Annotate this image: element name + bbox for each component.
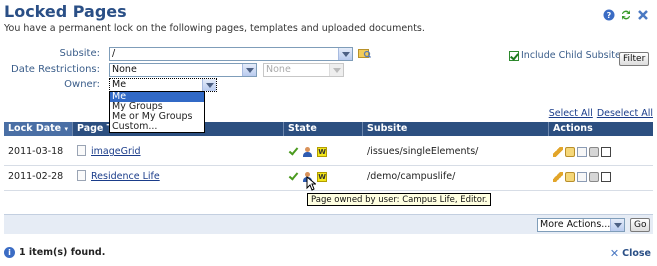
chevron-down-icon bbox=[338, 48, 352, 60]
date-restrictions-value: None bbox=[112, 64, 137, 75]
browse-folder-icon[interactable] bbox=[358, 47, 372, 62]
document-icon[interactable] bbox=[577, 146, 587, 157]
column-actions: Actions bbox=[549, 122, 653, 136]
more-actions-select[interactable]: More Actions... bbox=[537, 218, 625, 232]
checkmark-icon bbox=[288, 147, 298, 156]
status-bar: i 1 item(s) found. bbox=[4, 247, 105, 258]
owner-tooltip: Page owned by user: Campus Life, Editor. bbox=[307, 193, 492, 206]
date-restrictions-select[interactable]: None bbox=[109, 63, 257, 77]
column-actions-label: Actions bbox=[553, 123, 593, 134]
table-header: Lock Date ▾ Page Title State Subsite Act… bbox=[4, 122, 653, 136]
header-icons: ? bbox=[603, 9, 649, 21]
title-cell: Residence Life bbox=[73, 163, 284, 191]
comment-icon[interactable] bbox=[565, 146, 575, 157]
row-checkbox[interactable] bbox=[601, 171, 611, 182]
column-subsite: Subsite bbox=[363, 122, 549, 136]
mouse-pointer-icon bbox=[306, 175, 317, 194]
state-cell: W bbox=[284, 163, 363, 191]
owner-value: Me bbox=[112, 79, 127, 90]
lock-date-cell: 2011-02-28 bbox=[8, 171, 64, 182]
edit-icon[interactable] bbox=[553, 146, 563, 157]
close-label: Close bbox=[622, 248, 651, 259]
selection-links: Select All Deselect All bbox=[549, 108, 653, 119]
close-icon[interactable] bbox=[637, 9, 649, 21]
date-secondary-select: None bbox=[263, 63, 344, 77]
chevron-down-icon bbox=[202, 79, 216, 91]
workflow-badge: W bbox=[317, 171, 328, 182]
table-row: 2011-03-18 imageGrid W /issues/singleEle… bbox=[4, 138, 653, 166]
column-lock-date[interactable]: Lock Date ▾ bbox=[4, 122, 73, 136]
owner-option[interactable]: Custom... bbox=[110, 122, 204, 132]
column-state: State bbox=[284, 122, 363, 136]
more-actions-value: More Actions... bbox=[540, 219, 611, 230]
user-icon[interactable] bbox=[303, 146, 313, 157]
document-icon[interactable] bbox=[577, 171, 587, 182]
column-lock-date-label: Lock Date bbox=[8, 123, 62, 134]
comment-icon[interactable] bbox=[565, 171, 575, 182]
refresh-icon[interactable] bbox=[620, 9, 632, 21]
svg-text:?: ? bbox=[607, 11, 612, 20]
column-subsite-label: Subsite bbox=[367, 123, 408, 134]
page-subtitle: You have a permanent lock on the followi… bbox=[4, 23, 425, 34]
filter-button[interactable]: Filter bbox=[619, 52, 650, 66]
go-button[interactable]: Go bbox=[630, 218, 651, 232]
workflow-badge: W bbox=[317, 146, 328, 157]
lock-icon[interactable] bbox=[589, 171, 599, 182]
page-title: Locked Pages bbox=[4, 2, 127, 21]
info-icon: i bbox=[4, 247, 15, 258]
title-cell: imageGrid bbox=[73, 138, 284, 166]
deselect-all-link[interactable]: Deselect All bbox=[597, 108, 653, 119]
lock-icon[interactable] bbox=[589, 146, 599, 157]
include-child-label: Include Child Subsites bbox=[521, 50, 626, 61]
include-child-subsites: Include Child Subsites bbox=[509, 50, 626, 61]
page-title-link[interactable]: Residence Life bbox=[91, 171, 160, 182]
close-button[interactable]: ✕ Close bbox=[610, 247, 651, 260]
sort-desc-icon: ▾ bbox=[64, 125, 68, 133]
page-title-link[interactable]: imageGrid bbox=[91, 146, 141, 157]
chevron-down-icon bbox=[329, 64, 343, 76]
column-state-label: State bbox=[288, 123, 317, 134]
checkmark-icon bbox=[288, 172, 298, 181]
subsite-select[interactable]: / bbox=[109, 47, 353, 61]
date-secondary-value: None bbox=[266, 64, 291, 75]
date-restrictions-label: Date Restrictions: bbox=[11, 64, 100, 75]
subsite-cell: /issues/singleElements/ bbox=[367, 146, 479, 157]
chevron-down-icon bbox=[242, 64, 256, 76]
chevron-down-icon bbox=[610, 219, 624, 231]
state-cell: W bbox=[284, 138, 363, 166]
table-row: 2011-02-28 Residence Life W /demo/campus… bbox=[4, 163, 653, 191]
subsite-cell: /demo/campuslife/ bbox=[367, 171, 456, 182]
owner-dropdown-list: Me My Groups Me or My Groups Custom... bbox=[109, 91, 205, 133]
row-checkbox[interactable] bbox=[601, 146, 611, 157]
items-found-text: 1 item(s) found. bbox=[19, 247, 106, 258]
page-icon bbox=[77, 145, 86, 156]
help-icon[interactable]: ? bbox=[603, 9, 615, 21]
include-child-checkbox[interactable] bbox=[509, 50, 519, 61]
actions-cell bbox=[549, 163, 653, 191]
owner-label: Owner: bbox=[64, 79, 100, 90]
subsite-value: / bbox=[112, 48, 116, 59]
page-icon bbox=[77, 170, 86, 181]
subsite-label: Subsite: bbox=[59, 48, 100, 59]
close-icon: ✕ bbox=[609, 247, 620, 260]
actions-cell bbox=[549, 138, 653, 166]
edit-icon[interactable] bbox=[553, 171, 563, 182]
lock-date-cell: 2011-03-18 bbox=[8, 146, 64, 157]
select-all-link[interactable]: Select All bbox=[549, 108, 593, 119]
owner-select[interactable]: Me bbox=[109, 78, 217, 92]
